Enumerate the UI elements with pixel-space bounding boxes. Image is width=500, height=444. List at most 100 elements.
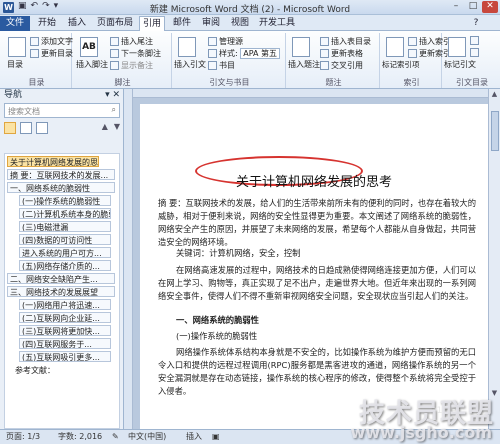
headings-view-icon[interactable]: [4, 122, 16, 134]
macro-icon[interactable]: ▣: [212, 430, 220, 444]
window-title: 新建 Microsoft Word 文档 (2) - Microsoft Wor…: [149, 5, 351, 15]
mark-entry-button[interactable]: 标记索引项: [382, 59, 420, 70]
search-icon[interactable]: ⌕: [112, 105, 116, 115]
heading-level1: 一、网络系统的脆弱性: [176, 315, 259, 325]
insert-caption-button[interactable]: 插入题注: [288, 59, 320, 70]
nav-heading[interactable]: 三、网络技术的发展展望: [7, 286, 115, 297]
proofing-icon[interactable]: ✎: [112, 430, 119, 444]
add-text-button[interactable]: 添加文字: [30, 36, 73, 47]
tab-references[interactable]: 引用: [139, 16, 165, 31]
intro-paragraph: 在网络高速发展的过程中，网络技术的日趋成熟使得网络连接更加方便，人们可以在网上学…: [158, 265, 476, 301]
tab-page-layout[interactable]: 页面布局: [94, 16, 136, 31]
tab-insert[interactable]: 插入: [64, 16, 90, 31]
nav-view-switcher: ▲ ▼: [4, 122, 120, 136]
insert-endnote-button[interactable]: 插入尾注: [110, 36, 153, 47]
toc-icon: [8, 37, 26, 57]
nav-pane-title: 导航: [4, 90, 23, 100]
tab-file[interactable]: 文件: [0, 16, 30, 31]
update-table-button[interactable]: 更新表格: [320, 48, 363, 59]
maximize-button[interactable]: □: [465, 1, 481, 13]
scroll-up-icon[interactable]: ▲: [489, 90, 500, 98]
show-notes-button[interactable]: 显示备注: [110, 60, 153, 71]
nav-search-input[interactable]: 搜索文档 ⌕: [4, 103, 120, 118]
insert-citation-button[interactable]: 插入引文: [174, 59, 206, 70]
tab-developer[interactable]: 开发工具: [256, 16, 298, 31]
group-label-authorities: 引文目录: [456, 78, 488, 87]
close-button[interactable]: ✕: [482, 1, 498, 13]
nav-heading[interactable]: 摘 要：互联网技术的发展...: [7, 169, 115, 180]
bibliography-button[interactable]: 书目: [208, 60, 235, 71]
results-view-icon[interactable]: [36, 122, 48, 134]
nav-heading[interactable]: (四)互联网服务于...: [19, 338, 111, 349]
insert-mode[interactable]: 插入: [186, 430, 202, 444]
navigation-pane: 导航 ▾ ✕ 搜索文档 ⌕ ▲ ▼ 关于计算机网络发展的思考 摘 要：互联网技术…: [0, 89, 124, 429]
keywords-line: 关键词：计算机网络，安全，控制: [176, 248, 301, 258]
mark-citation-button[interactable]: 标记引文: [444, 59, 476, 70]
nav-heading[interactable]: (二)互联网向企业延...: [19, 312, 111, 323]
tab-mailings[interactable]: 邮件: [169, 16, 195, 31]
manage-sources-button[interactable]: 管理源: [208, 36, 243, 47]
nav-heading[interactable]: (三)互联网将更加快...: [19, 325, 111, 336]
language[interactable]: 中文(中国): [128, 430, 166, 444]
pages-view-icon[interactable]: [20, 122, 32, 134]
nav-heading[interactable]: 一、网络系统的脆弱性: [7, 182, 115, 193]
nav-heading[interactable]: (四)数据的可访问性: [19, 234, 111, 245]
cross-reference-button[interactable]: 交叉引用: [320, 60, 363, 71]
group-label-footnotes: 脚注: [114, 78, 131, 87]
nav-heading[interactable]: 关于计算机网络发展的思考: [7, 156, 99, 167]
update-toc-button[interactable]: 更新目录: [30, 48, 73, 59]
footnote-icon: AB: [80, 37, 98, 57]
group-citations: 插入引文 管理源 样式: APA 第五 书目 引文与书目: [174, 33, 286, 88]
help-icon[interactable]: ?: [470, 16, 482, 31]
nav-close-icon[interactable]: ▾ ✕: [105, 89, 120, 102]
insert-table-of-figures-button[interactable]: 插入表目录: [320, 36, 371, 47]
group-index: 标记索引项 插入索引 更新索引 索引: [382, 33, 451, 88]
document-title: 关于计算机网络发展的思考: [235, 175, 392, 190]
nav-heading[interactable]: 参考文献：: [13, 365, 105, 376]
minimize-button[interactable]: –: [448, 1, 464, 13]
group-captions: 插入题注 插入表目录 更新表格 交叉引用 题注: [288, 33, 380, 88]
mark-citation-icon: [448, 37, 466, 57]
abstract-paragraph: 摘 要：互联网技术的发展，给人们的生活带来前所未有的便利的同时，也存在着较大的威…: [158, 198, 476, 247]
title-bar: W ▣ ↶ ↷ ▾ 新建 Microsoft Word 文档 (2) - Mic…: [0, 0, 500, 15]
toc-button[interactable]: 目录: [7, 59, 23, 70]
vertical-scrollbar[interactable]: ▲ ▼: [488, 89, 500, 429]
group-label-captions: 题注: [325, 78, 342, 87]
group-label-index: 索引: [403, 78, 420, 87]
nav-heading[interactable]: 进入系统的用户可方...: [19, 247, 111, 258]
body-paragraph: 网络操作系统体系结构本身就是不安全的，比如操作系统为维护方便而预留的无口令入口和…: [158, 347, 476, 396]
mark-entry-icon: [386, 37, 404, 57]
insert-citation-icon: [178, 37, 196, 57]
next-footnote-button[interactable]: 下一条脚注: [110, 48, 161, 59]
nav-heading[interactable]: 二、网络安全缺陷产生...: [7, 273, 115, 284]
watermark-url: www.jsgho.com: [350, 423, 492, 442]
tab-view[interactable]: 视图: [227, 16, 253, 31]
update-authorities-button[interactable]: [470, 48, 481, 57]
next-heading-icon[interactable]: ▼: [114, 122, 120, 136]
heading-level2: (一)操作系统的脆弱性: [176, 331, 258, 341]
scroll-thumb[interactable]: [491, 111, 499, 151]
tab-home[interactable]: 开始: [34, 16, 60, 31]
tab-review[interactable]: 审阅: [198, 16, 224, 31]
vertical-ruler: [124, 89, 133, 429]
word-count[interactable]: 字数: 2,016: [58, 430, 102, 444]
ribbon: 目录 添加文字 更新目录 目录 AB 插入脚注 插入尾注 下一条脚注 显示备注 …: [0, 31, 500, 89]
nav-heading[interactable]: (二)计算机系统本身的脆弱: [19, 208, 111, 219]
nav-heading[interactable]: (一)操作系统的脆弱性: [19, 195, 111, 206]
document-page[interactable]: 关于计算机网络发展的思考 摘 要：互联网技术的发展，给人们的生活带来前所未有的便…: [140, 104, 488, 429]
ribbon-tabs: 文件 开始 插入 页面布局 引用 邮件 审阅 视图 开发工具 ?: [0, 15, 500, 31]
nav-heading[interactable]: (五)网络存储介质的...: [19, 260, 111, 271]
nav-heading[interactable]: (五)互联网吸引更多...: [19, 351, 111, 362]
group-authorities: 标记引文 引文目录: [444, 33, 500, 88]
group-toc: 目录 添加文字 更新目录 目录: [2, 33, 73, 88]
group-label-toc: 目录: [28, 78, 45, 87]
nav-heading[interactable]: (三)电磁泄漏: [19, 221, 111, 232]
insert-table-of-authorities-button[interactable]: [470, 36, 481, 45]
style-select[interactable]: 样式: APA 第五: [208, 48, 281, 59]
insert-footnote-button[interactable]: 插入脚注: [76, 59, 108, 70]
previous-heading-icon[interactable]: ▲: [102, 122, 108, 136]
page-count[interactable]: 页面: 1/3: [6, 430, 40, 444]
nav-heading[interactable]: (一)网络用户将迅速...: [19, 299, 111, 310]
nav-headings-tree: 关于计算机网络发展的思考 摘 要：互联网技术的发展... 一、网络系统的脆弱性 …: [4, 153, 120, 429]
insert-caption-icon: [292, 37, 310, 57]
